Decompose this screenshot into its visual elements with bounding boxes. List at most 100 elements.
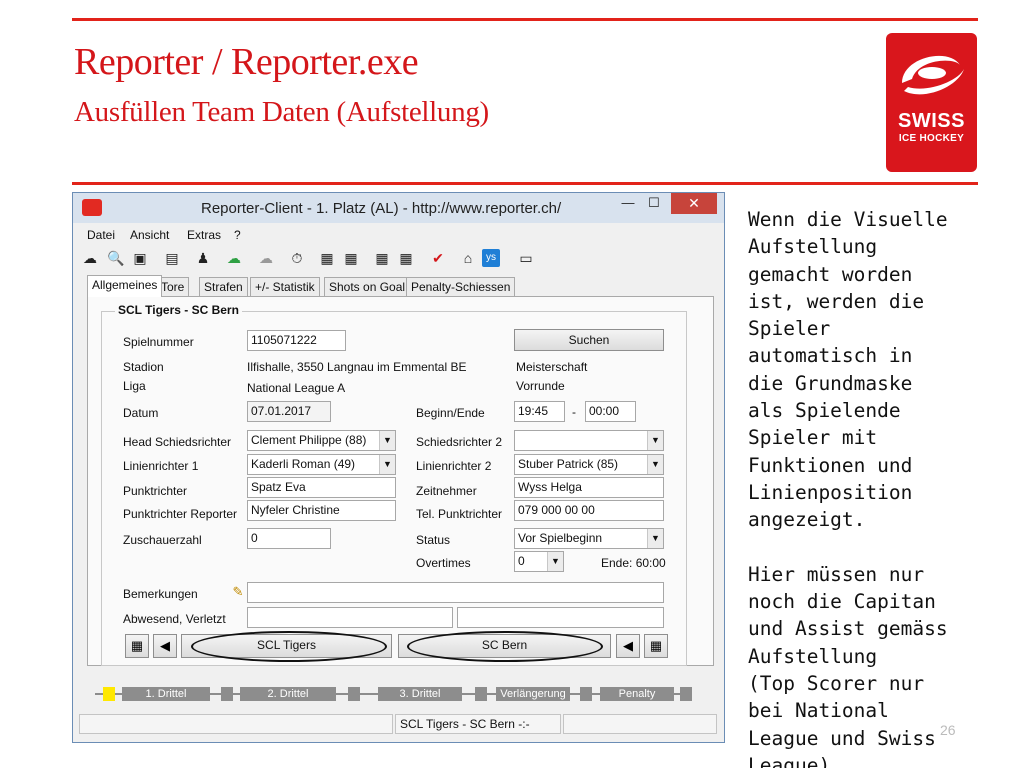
lineup-home-icon[interactable]: ▦ bbox=[318, 249, 336, 267]
chevron-down-icon[interactable]: ▼ bbox=[379, 455, 395, 474]
overtimes-value: 0 bbox=[518, 554, 525, 568]
linienrichter1-combo[interactable]: Kaderli Roman (49) ▼ bbox=[247, 454, 396, 475]
tab-shots-on-goal[interactable]: Shots on Goal bbox=[324, 277, 411, 296]
head-schiedsrichter-label: Head Schiedsrichter bbox=[123, 435, 232, 449]
timeline-drittel-3[interactable]: 3. Drittel bbox=[378, 687, 462, 701]
top-rule bbox=[72, 18, 978, 21]
timeline-break-4 bbox=[580, 687, 592, 701]
reporter-client-window: Reporter-Client - 1. Platz (AL) - http:/… bbox=[72, 192, 725, 743]
lineup-away-icon[interactable]: ▦ bbox=[342, 249, 360, 267]
overtimes-combo[interactable]: 0 ▼ bbox=[514, 551, 564, 572]
tab-strafen[interactable]: Strafen bbox=[199, 277, 248, 296]
stadion-value: Ilfishalle, 3550 Langnau im Emmental BE bbox=[247, 360, 467, 374]
tab-penalty-schiessen[interactable]: Penalty-Schiessen bbox=[406, 277, 516, 296]
status-cell-left bbox=[79, 714, 393, 734]
abwesend-home-field[interactable] bbox=[247, 607, 453, 628]
window-titlebar[interactable]: Reporter-Client - 1. Platz (AL) - http:/… bbox=[73, 193, 724, 223]
status-bar: SCL Tigers - SC Bern -:- bbox=[79, 714, 719, 736]
punktrichter-field[interactable]: Spatz Eva bbox=[247, 477, 396, 498]
bemerkungen-label: Bemerkungen bbox=[123, 587, 198, 601]
zuschauerzahl-field[interactable]: 0 bbox=[247, 528, 331, 549]
shots-home-icon[interactable]: ▦ bbox=[373, 249, 391, 267]
timeline-verlaengerung[interactable]: Verlängerung bbox=[496, 687, 570, 701]
clipboard-icon[interactable]: ▤ bbox=[163, 249, 181, 267]
chevron-down-icon[interactable]: ▼ bbox=[547, 552, 563, 571]
linienrichter1-label: Linienrichter 1 bbox=[123, 459, 199, 473]
check-icon[interactable]: ✔ bbox=[429, 249, 447, 267]
cloud-upload-icon[interactable]: ☁ bbox=[225, 249, 243, 267]
away-speaker-icon[interactable]: ◀ bbox=[616, 634, 640, 658]
beginn-field[interactable]: 19:45 bbox=[514, 401, 565, 422]
chevron-down-icon[interactable]: ▼ bbox=[379, 431, 395, 450]
info-icon[interactable]: ys bbox=[482, 249, 500, 267]
abwesend-away-field[interactable] bbox=[457, 607, 664, 628]
punktrichter-reporter-field[interactable]: Nyfeler Christine bbox=[247, 500, 396, 521]
minimize-button[interactable]: — bbox=[615, 193, 641, 214]
home-icon[interactable]: ⌂ bbox=[459, 249, 477, 267]
puck-swoosh-icon bbox=[902, 55, 964, 95]
tel-punktrichter-field[interactable]: 079 000 00 00 bbox=[514, 500, 664, 521]
menu-bar: Datei Ansicht Extras ? bbox=[73, 224, 724, 244]
datum-label: Datum bbox=[123, 406, 159, 420]
cloud-download-icon[interactable]: ☁ bbox=[81, 249, 99, 267]
cloud-icon[interactable]: ☁ bbox=[257, 249, 275, 267]
punktrichter-reporter-label: Punktrichter Reporter bbox=[123, 507, 238, 521]
away-team-highlight bbox=[407, 631, 603, 662]
tv-icon[interactable]: ▭ bbox=[517, 249, 535, 267]
time-separator: - bbox=[572, 405, 576, 419]
chevron-down-icon[interactable]: ▼ bbox=[647, 431, 663, 450]
logo-swiss-text: SWISS bbox=[898, 110, 965, 132]
shots-away-icon[interactable]: ▦ bbox=[397, 249, 415, 267]
tab-allgemeines[interactable]: Allgemeines bbox=[87, 275, 163, 297]
edit-note-icon[interactable]: ✎ bbox=[229, 583, 247, 601]
menu-ansicht[interactable]: Ansicht bbox=[130, 228, 169, 242]
tab-plusminus-statistik[interactable]: +/- Statistik bbox=[250, 277, 320, 296]
zeitnehmer-field[interactable]: Wyss Helga bbox=[514, 477, 664, 498]
status-combo[interactable]: Vor Spielbeginn ▼ bbox=[514, 528, 664, 549]
stopwatch-icon[interactable]: ⏱ bbox=[288, 249, 306, 267]
linienrichter2-combo[interactable]: Stuber Patrick (85) ▼ bbox=[514, 454, 664, 475]
beginn-ende-label: Beginn/Ende bbox=[416, 406, 485, 420]
mid-rule bbox=[72, 182, 978, 185]
stadion-label: Stadion bbox=[123, 360, 164, 374]
away-lineup-icon[interactable]: ▦ bbox=[644, 634, 668, 658]
maximize-button[interactable]: ☐ bbox=[641, 193, 667, 214]
linienrichter2-label: Linienrichter 2 bbox=[416, 459, 492, 473]
menu-help[interactable]: ? bbox=[234, 228, 241, 242]
timeline-penalty[interactable]: Penalty bbox=[600, 687, 674, 701]
home-speaker-icon[interactable]: ◀ bbox=[153, 634, 177, 658]
schiedsrichter2-combo[interactable]: ▼ bbox=[514, 430, 664, 451]
liga-label: Liga bbox=[123, 379, 146, 393]
schiedsrichter2-label: Schiedsrichter 2 bbox=[416, 435, 503, 449]
suchen-button[interactable]: Suchen bbox=[514, 329, 664, 351]
timeline-drittel-2[interactable]: 2. Drittel bbox=[240, 687, 336, 701]
page-number: 26 bbox=[940, 722, 956, 738]
swiss-ice-hockey-logo: SWISS ICE HOCKEY bbox=[886, 33, 977, 172]
bemerkungen-field[interactable] bbox=[247, 582, 664, 603]
search-icon[interactable]: 🔍 bbox=[107, 249, 125, 267]
explanation-text: Wenn die Visuelle Aufstellung gemacht wo… bbox=[748, 208, 948, 768]
status-value: Vor Spielbeginn bbox=[518, 531, 603, 545]
datum-field[interactable]: 07.01.2017 bbox=[247, 401, 331, 422]
tel-punktrichter-label: Tel. Punktrichter bbox=[416, 507, 503, 521]
spielnummer-field[interactable]: 1105071222 bbox=[247, 330, 346, 351]
menu-datei[interactable]: Datei bbox=[87, 228, 115, 242]
abwesend-label: Abwesend, Verletzt bbox=[123, 612, 226, 626]
chevron-down-icon[interactable]: ▼ bbox=[647, 529, 663, 548]
overtimes-label: Overtimes bbox=[416, 556, 471, 570]
close-button[interactable]: ✕ bbox=[671, 193, 717, 214]
head-schiedsrichter-value: Clement Philippe (88) bbox=[251, 433, 367, 447]
home-lineup-icon[interactable]: ▦ bbox=[125, 634, 149, 658]
players-icon[interactable]: ♟ bbox=[194, 249, 212, 267]
ende-field[interactable]: 00:00 bbox=[585, 401, 636, 422]
timeline-drittel-1[interactable]: 1. Drittel bbox=[122, 687, 210, 701]
save-icon[interactable]: ▣ bbox=[131, 249, 149, 267]
spielnummer-label: Spielnummer bbox=[123, 335, 194, 349]
timeline-break-3 bbox=[475, 687, 487, 701]
timeline-break-2 bbox=[348, 687, 360, 701]
status-game: SCL Tigers - SC Bern -:- bbox=[395, 714, 561, 734]
timeline-current-marker bbox=[103, 687, 115, 701]
chevron-down-icon[interactable]: ▼ bbox=[647, 455, 663, 474]
head-schiedsrichter-combo[interactable]: Clement Philippe (88) ▼ bbox=[247, 430, 396, 451]
menu-extras[interactable]: Extras bbox=[187, 228, 221, 242]
